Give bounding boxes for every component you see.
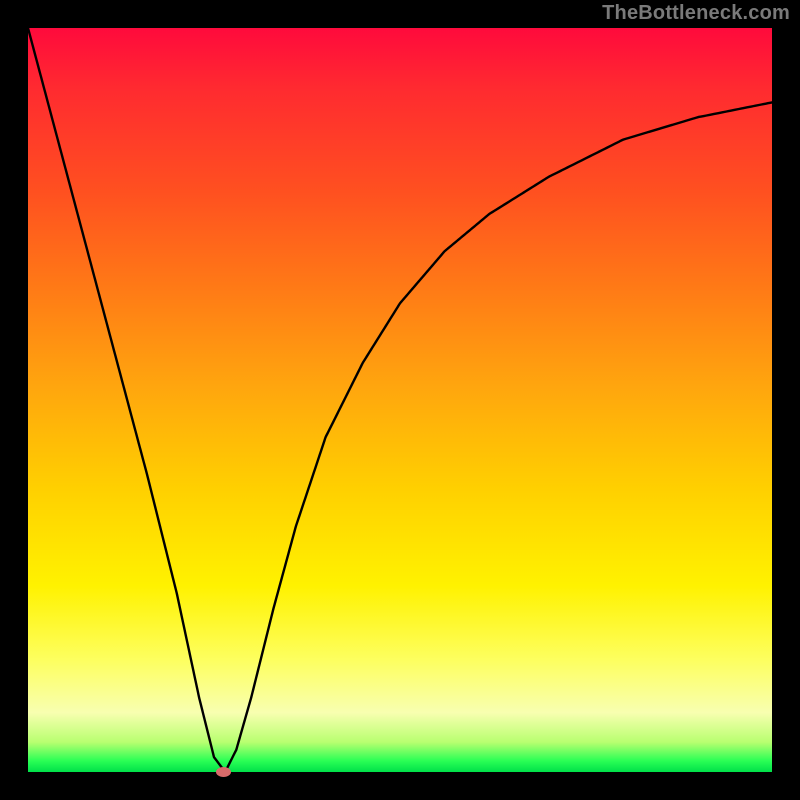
optimum-marker <box>216 767 231 777</box>
bottleneck-curve <box>28 28 772 772</box>
plot-area <box>28 28 772 772</box>
watermark-text: TheBottleneck.com <box>602 2 790 25</box>
chart-frame: TheBottleneck.com <box>0 0 800 800</box>
